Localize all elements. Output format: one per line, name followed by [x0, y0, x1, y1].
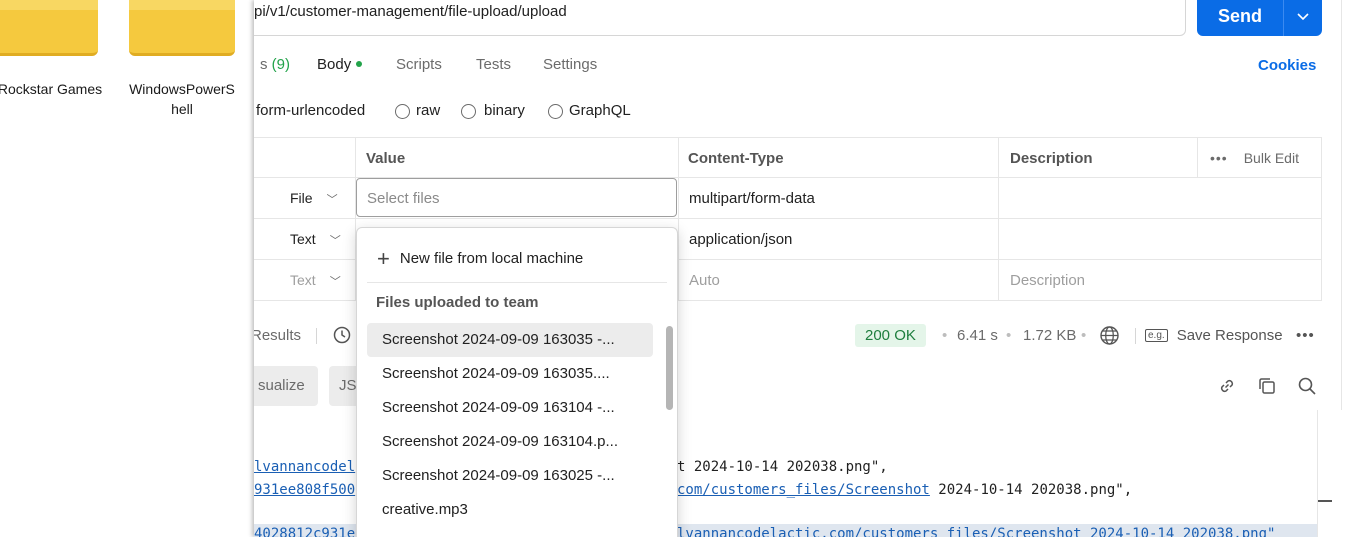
url-text: pi/v1/customer-management/file-upload/up… — [254, 3, 567, 20]
content-type-placeholder[interactable]: Auto — [689, 260, 720, 301]
code-line: 4028812c931e — [254, 526, 355, 537]
tab-headers[interactable]: s (9) — [260, 56, 290, 73]
example-icon: e.g. — [1145, 329, 1168, 342]
link-icon[interactable] — [1217, 376, 1237, 396]
plus-icon: + — [377, 246, 390, 271]
description-placeholder[interactable]: Description — [1010, 260, 1085, 301]
code-line: lvannancodelactic.com/customers_files/Sc… — [677, 526, 1275, 537]
separator: • — [1006, 327, 1012, 344]
cookies-link[interactable]: Cookies — [1258, 57, 1316, 74]
tab-tests[interactable]: Tests — [476, 56, 511, 73]
header-value: Value — [366, 150, 406, 167]
more-icon[interactable]: ••• — [1296, 327, 1315, 344]
desktop-icon-label-rockstar[interactable]: Rockstar Games — [0, 79, 104, 99]
file-option[interactable]: Screenshot — [367, 527, 653, 537]
content-type-value[interactable]: application/json — [689, 219, 792, 260]
file-picker-dropdown: + New file from local machine Files uploa… — [356, 227, 678, 537]
chevron-down-icon: ﹀ — [326, 194, 338, 206]
bulk-edit-button[interactable]: ••• Bulk Edit — [1210, 138, 1299, 179]
file-option[interactable]: Screenshot 2024-09-09 163035.... — [367, 357, 653, 391]
active-dot — [356, 61, 363, 67]
separator: • — [1081, 327, 1087, 344]
send-button[interactable]: Send — [1197, 0, 1322, 36]
body-type-binary-label[interactable]: binary — [484, 102, 525, 119]
table-header-row: Value Content-Type Description ••• Bulk E… — [254, 137, 1322, 178]
folder-icon[interactable] — [0, 0, 98, 56]
more-icon: ••• — [1210, 150, 1228, 166]
history-icon[interactable] — [332, 325, 352, 349]
code-text: 4028812c931e — [254, 526, 356, 537]
content-type-value[interactable]: multipart/form-data — [689, 178, 815, 219]
radio-binary[interactable] — [461, 104, 476, 119]
minimap-marker — [1318, 500, 1332, 502]
body-type-graphql-label[interactable]: GraphQL — [569, 102, 631, 119]
desktop-icon-label-powershell[interactable]: WindowsPowerS hell — [124, 79, 240, 119]
code-text: 2024-10-14 202038.png", — [929, 482, 1133, 498]
dropdown-scrollbar[interactable] — [666, 326, 673, 410]
response-size: 1.72 KB — [1023, 327, 1077, 344]
code-line: t 2024-10-14 202038.png", — [677, 459, 888, 475]
chevron-down-icon[interactable] — [1284, 7, 1322, 24]
tab-headers-label: s — [260, 56, 268, 73]
dropdown-section-title: Files uploaded to team — [376, 294, 539, 311]
chevron-down-icon: ﹀ — [329, 276, 341, 288]
bulk-edit-label: Bulk Edit — [1243, 150, 1299, 166]
visualize-button[interactable]: sualize — [254, 366, 318, 406]
response-time: 6.41 s — [957, 327, 998, 344]
desktop: Rockstar Games WindowsPowerS hell — [0, 0, 254, 537]
status-badge: 200 OK — [855, 324, 926, 347]
code-link[interactable]: lvannancodel — [254, 459, 355, 475]
type-select-value: Text — [290, 231, 316, 247]
separator: • — [942, 327, 948, 344]
body-type-raw-label[interactable]: raw — [416, 102, 440, 119]
divider — [367, 282, 667, 283]
globe-icon[interactable] — [1099, 325, 1120, 350]
type-select[interactable]: File ﹀ — [290, 178, 338, 219]
code-link[interactable]: 931ee808f500 — [254, 482, 355, 498]
code-text: lvannancodelactic.com/customers_files/Sc… — [677, 526, 1276, 537]
tab-headers-count: (9) — [271, 56, 291, 73]
send-label: Send — [1217, 5, 1262, 26]
chevron-down-icon: ﹀ — [329, 235, 341, 247]
file-option[interactable]: Screenshot 2024-09-09 163104 -... — [367, 391, 653, 425]
test-results-tab[interactable]: Results — [254, 327, 301, 344]
radio-raw[interactable] — [395, 104, 410, 119]
file-option[interactable]: Screenshot 2024-09-09 163104.p... — [367, 425, 653, 459]
type-select[interactable]: Text ﹀ — [290, 260, 341, 301]
file-option[interactable]: Screenshot 2024-09-09 163035 -... — [367, 323, 653, 357]
divider — [316, 328, 317, 344]
file-option[interactable]: Screenshot 2024-09-09 163025 -... — [367, 459, 653, 493]
header-content-type: Content-Type — [688, 150, 784, 167]
code-line: com/customers_files/Screenshot 2024-10-1… — [677, 482, 1132, 498]
tab-body-label: Body — [317, 56, 352, 73]
tab-settings[interactable]: Settings — [543, 56, 597, 73]
code-link[interactable]: com/customers_files/Screenshot — [677, 482, 930, 498]
folder-icon[interactable] — [129, 0, 235, 56]
divider — [1135, 328, 1136, 344]
type-select-value: Text — [290, 272, 316, 288]
tab-body[interactable]: Body — [317, 56, 363, 73]
scroll-track — [1317, 410, 1318, 537]
file-option[interactable]: creative.mp3 — [367, 493, 653, 527]
tab-scripts[interactable]: Scripts — [396, 56, 442, 73]
code-text: t 2024-10-14 202038.png", — [677, 459, 888, 475]
type-select[interactable]: Text ﹀ — [290, 219, 341, 260]
window-edge — [1341, 0, 1342, 410]
url-input[interactable]: pi/v1/customer-management/file-upload/up… — [254, 0, 1186, 36]
new-file-label: New file from local machine — [399, 250, 584, 267]
code-line: lvannancodel — [254, 459, 355, 475]
new-file-from-local-button[interactable]: + New file from local machine — [377, 246, 583, 272]
copy-icon[interactable] — [1257, 376, 1277, 396]
body-type-form-urlencoded[interactable]: form-urlencoded — [256, 102, 365, 119]
search-icon[interactable] — [1297, 376, 1317, 396]
radio-graphql[interactable] — [548, 104, 563, 119]
header-description: Description — [1010, 150, 1093, 167]
select-files-input[interactable]: Select files — [356, 178, 677, 217]
save-response-button[interactable]: e.g. Save Response — [1145, 327, 1283, 344]
save-response-label: Save Response — [1176, 327, 1283, 344]
code-line: 931ee808f500 — [254, 482, 355, 498]
type-select-value: File — [290, 190, 313, 206]
